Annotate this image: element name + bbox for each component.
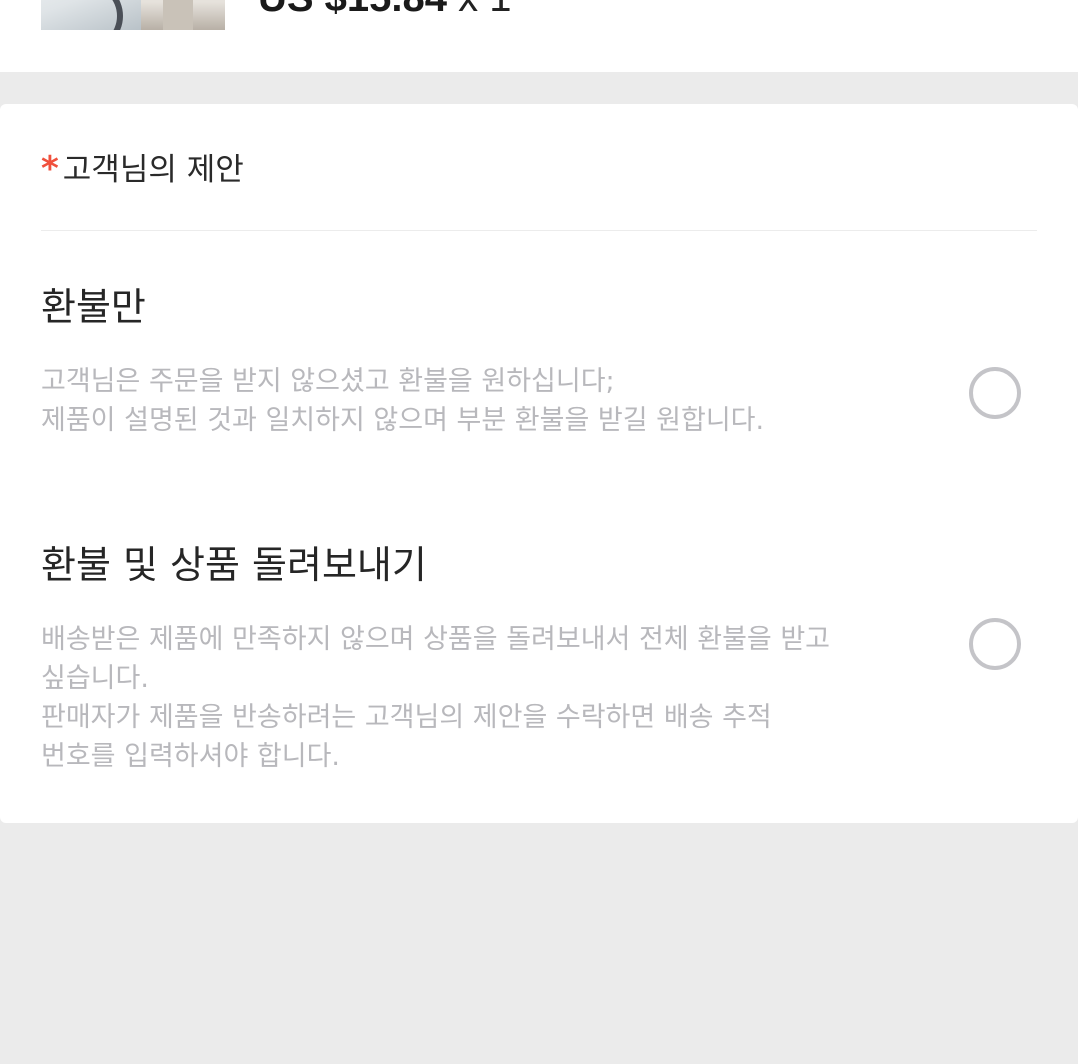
product-thumbnail[interactable] (41, 0, 225, 30)
option-description: 배송받은 제품에 만족하지 않으며 상품을 돌려보내서 전체 환불을 받고 싶습… (41, 620, 901, 776)
option-description: 고객님은 주문을 받지 않으셨고 환불을 원하십니다; 제품이 설명된 것과 일… (41, 362, 901, 440)
option-title: 환불 및 상품 돌려보내기 (41, 543, 427, 587)
option-refund-only[interactable]: 환불만 고객님은 주문을 받지 않으셨고 환불을 원하십니다; 제품이 설명된 … (0, 276, 1078, 446)
product-price: US $15.84 (258, 0, 447, 20)
radio-refund-and-return[interactable] (969, 618, 1021, 670)
product-quantity: x 1 (458, 0, 511, 20)
product-image-left (41, 0, 141, 30)
option-description-line: 제품이 설명된 것과 일치하지 않으며 부분 환불을 받길 원합니다. (41, 405, 765, 436)
option-title: 환불만 (41, 285, 146, 329)
option-description-line: 번호를 입력하셔야 합니다. (41, 741, 340, 772)
option-description-line: 배송받은 제품에 만족하지 않으며 상품을 돌려보내서 전체 환불을 받고 (41, 624, 831, 655)
option-description-line: 고객님은 주문을 받지 않으셨고 환불을 원하십니다; (41, 366, 615, 397)
offer-section-header: * 고객님의 제안 (41, 146, 244, 189)
offer-section-title: 고객님의 제안 (62, 151, 244, 188)
radio-refund-only[interactable] (969, 367, 1021, 419)
option-description-line: 판매자가 제품을 반송하려는 고객님의 제안을 수락하면 배송 추적 (41, 702, 772, 733)
divider (41, 230, 1037, 231)
option-refund-and-return[interactable]: 환불 및 상품 돌려보내기 배송받은 제품에 만족하지 않으며 상품을 돌려보내… (0, 534, 1078, 794)
product-price-line: US $15.84 x 1 (258, 0, 512, 22)
required-marker: * (41, 149, 59, 189)
option-description-line: 싶습니다. (41, 663, 149, 694)
product-image-right (141, 0, 225, 30)
product-summary-card: US $15.84 x 1 (0, 0, 1078, 72)
offer-card: * 고객님의 제안 환불만 고객님은 주문을 받지 않으셨고 환불을 원하십니다… (0, 104, 1078, 823)
